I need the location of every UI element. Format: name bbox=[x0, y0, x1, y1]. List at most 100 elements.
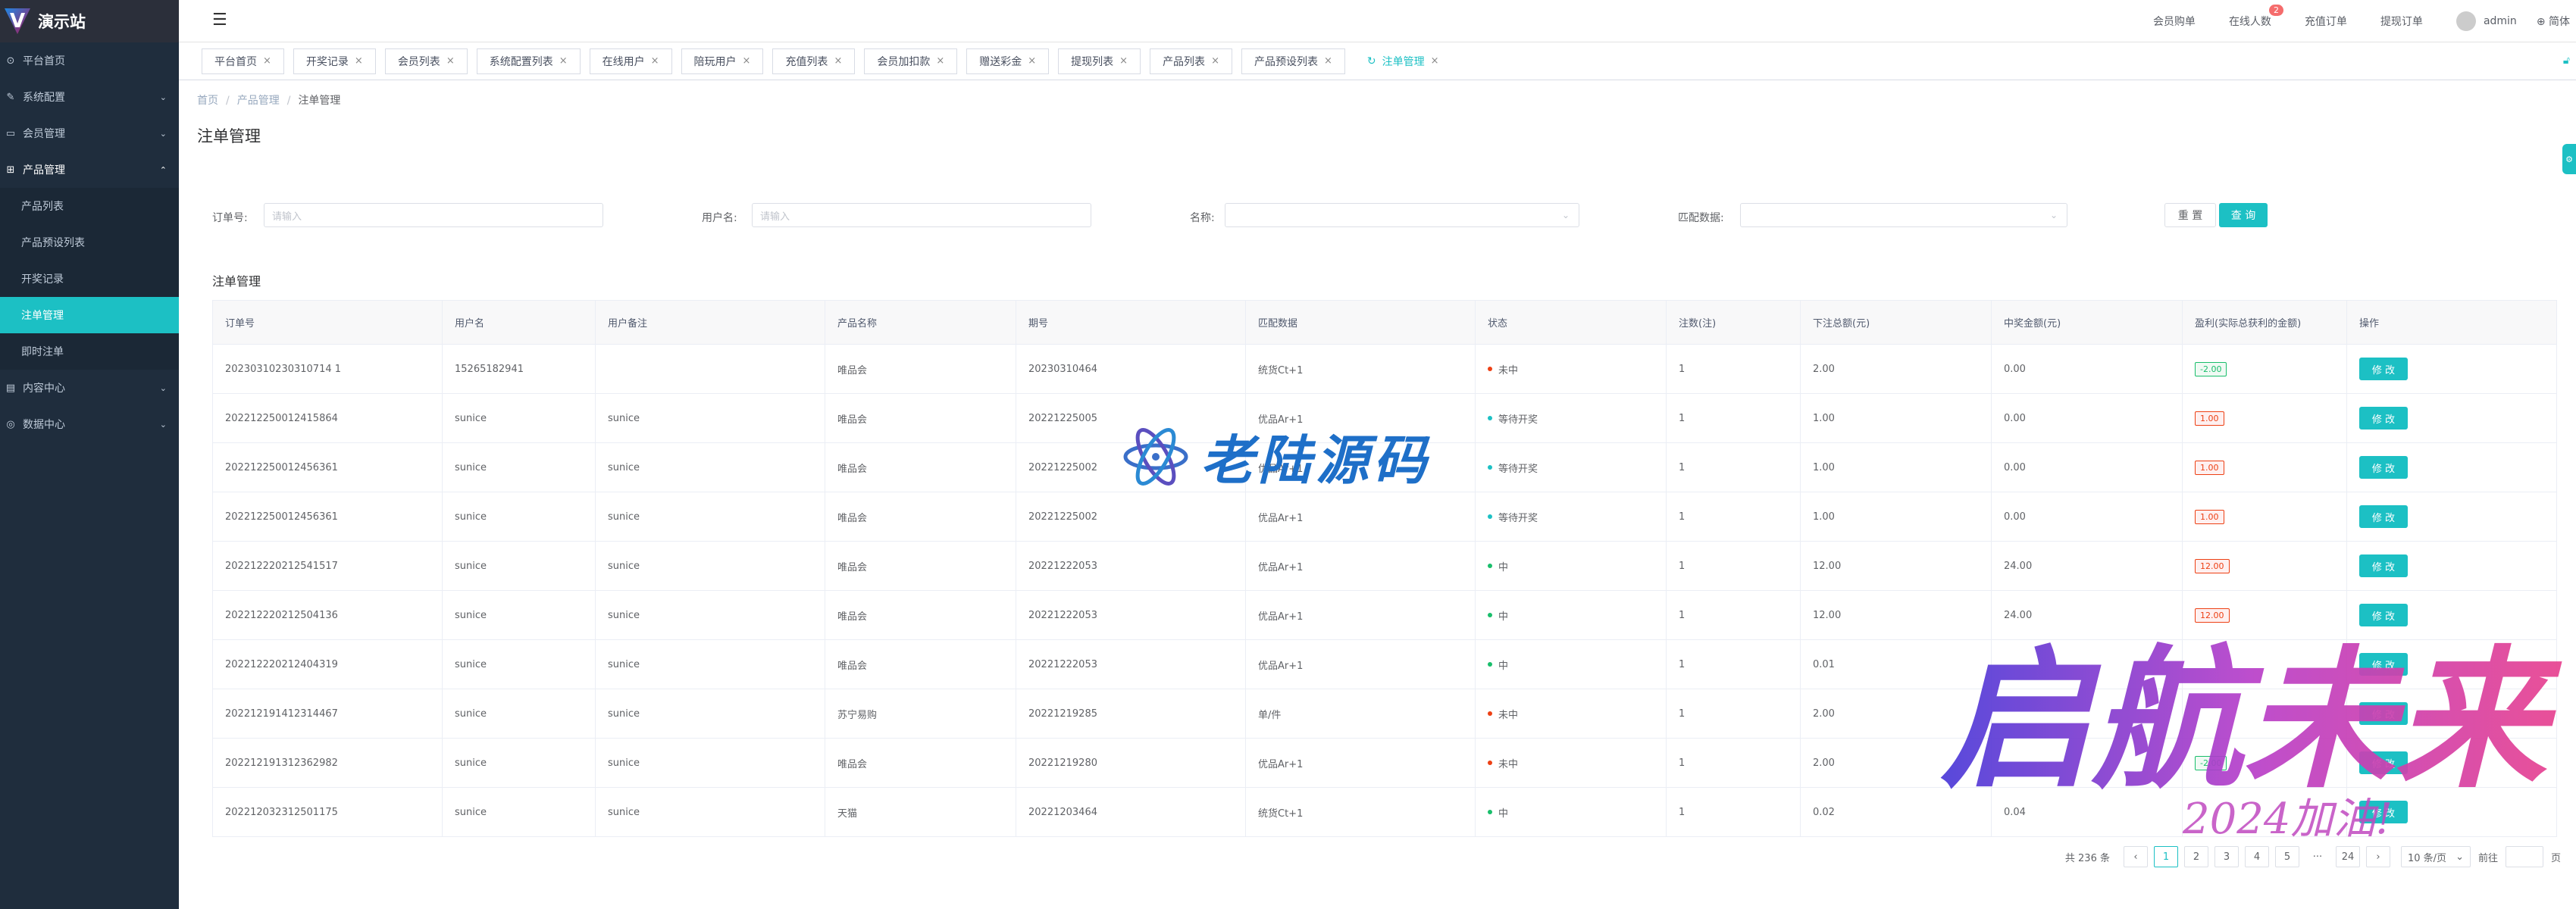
sidebar-menu: ⊙ 平台首页 ✎ 系统配置 ⌄ ▭ 会员管理 ⌄ ⊞ 产品管理 ⌃ 产品列表 产… bbox=[0, 42, 179, 442]
online-users-link[interactable]: 在线人数 2 bbox=[2229, 5, 2283, 29]
status-badge: 中 bbox=[1488, 608, 1508, 623]
profit-tag: 1.00 bbox=[2195, 411, 2224, 426]
status-text: 未中 bbox=[1498, 709, 1519, 721]
tab-draw-records[interactable]: 开奖记录 × bbox=[293, 48, 376, 74]
sidebar-subitem-bet-management[interactable]: 注单管理 bbox=[0, 297, 179, 333]
close-icon[interactable]: × bbox=[1211, 55, 1219, 67]
col-profit: 盈利(实际总获利的金额) bbox=[2182, 300, 2347, 345]
sidebar-item-data[interactable]: ◎ 数据中心 ⌄ bbox=[0, 406, 179, 442]
order-no-input[interactable]: 请输入 bbox=[264, 203, 603, 227]
cell-match: 优品Ar+1 bbox=[1245, 590, 1476, 640]
cell-period: 20221225002 bbox=[1016, 492, 1246, 542]
withdraw-orders-link[interactable]: 提现订单 bbox=[2380, 14, 2423, 29]
edit-button[interactable]: 修 改 bbox=[2359, 358, 2408, 380]
status-dot-icon bbox=[1488, 662, 1492, 667]
cell-match: 单/件 bbox=[1245, 689, 1476, 739]
tab-recharge-list[interactable]: 充值列表 × bbox=[772, 48, 856, 74]
close-icon[interactable]: × bbox=[834, 55, 842, 67]
sidebar-item-home[interactable]: ⊙ 平台首页 bbox=[0, 42, 179, 79]
tab-home[interactable]: 平台首页 × bbox=[202, 48, 284, 74]
cell-status: 未中 bbox=[1475, 344, 1667, 394]
language-switch[interactable]: ⊕ 简体 bbox=[2537, 14, 2570, 29]
cell-user: sunice bbox=[442, 492, 596, 542]
top-header: ☰ 会员购单 在线人数 2 充值订单 提现订单 admin ⊕ 简体 bbox=[179, 0, 2576, 42]
cell-count: 1 bbox=[1666, 344, 1801, 394]
col-win-amount: 中奖金额(元) bbox=[1991, 300, 2183, 345]
cell-win: 0.00 bbox=[1991, 344, 2183, 394]
username-label[interactable]: admin bbox=[2484, 15, 2517, 27]
close-icon[interactable]: × bbox=[743, 55, 751, 67]
close-icon[interactable]: × bbox=[559, 55, 568, 67]
profit-tag: 1.00 bbox=[2195, 460, 2224, 475]
sidebar-item-label: 内容中心 bbox=[23, 383, 65, 395]
close-icon[interactable]: × bbox=[263, 55, 271, 67]
tab-bet-management[interactable]: ↻ 注单管理 × bbox=[1354, 48, 1452, 74]
breadcrumb-home[interactable]: 首页 bbox=[197, 95, 218, 107]
tab-label: 提现列表 bbox=[1071, 55, 1114, 68]
sidebar-item-members[interactable]: ▭ 会员管理 ⌄ bbox=[0, 115, 179, 152]
tab-bonus[interactable]: 赠送彩金 × bbox=[966, 48, 1050, 74]
atom-logo-icon bbox=[1123, 427, 1188, 486]
cell-actions: 修 改 bbox=[2346, 442, 2557, 492]
sidebar-item-content[interactable]: ▤ 内容中心 ⌄ bbox=[0, 370, 179, 406]
hamburger-icon[interactable]: ☰ bbox=[212, 11, 227, 30]
cell-match: 统货Ct+1 bbox=[1245, 787, 1476, 837]
tab-member-adjust[interactable]: 会员加扣款 × bbox=[864, 48, 958, 74]
close-icon[interactable]: × bbox=[446, 55, 455, 67]
username-input[interactable]: 请输入 bbox=[752, 203, 1091, 227]
sidebar-item-label: 会员管理 bbox=[23, 128, 65, 140]
edit-button[interactable]: 修 改 bbox=[2359, 407, 2408, 430]
logo[interactable]: V 演示站 bbox=[0, 0, 179, 42]
sidebar-subitem-draw-records[interactable]: 开奖记录 bbox=[0, 261, 179, 297]
sidebar-subitem-product-list[interactable]: 产品列表 bbox=[0, 188, 179, 224]
lock-icon[interactable]: 🔓︎ bbox=[2563, 55, 2570, 67]
cell-note bbox=[595, 344, 825, 394]
tab-online-users[interactable]: 在线用户 × bbox=[589, 48, 672, 74]
cell-count: 1 bbox=[1666, 590, 1801, 640]
sidebar-item-products[interactable]: ⊞ 产品管理 ⌃ bbox=[0, 152, 179, 188]
tab-label: 系统配置列表 bbox=[489, 55, 553, 68]
cell-match: 优品Ar+1 bbox=[1245, 492, 1476, 542]
recharge-orders-link[interactable]: 充值订单 bbox=[2305, 14, 2347, 29]
settings-drawer-handle[interactable]: ⚙ bbox=[2562, 144, 2576, 174]
close-icon[interactable]: × bbox=[1431, 55, 1439, 67]
status-badge: 等待开奖 bbox=[1488, 510, 1538, 524]
status-badge: 等待开奖 bbox=[1488, 461, 1538, 475]
chat-icon: ▭ bbox=[5, 127, 16, 139]
tab-companion-users[interactable]: 陪玩用户 × bbox=[681, 48, 764, 74]
edit-button[interactable]: 修 改 bbox=[2359, 456, 2408, 479]
close-icon[interactable]: × bbox=[1119, 55, 1128, 67]
edit-button[interactable]: 修 改 bbox=[2359, 505, 2408, 528]
sidebar-subitem-instant-bets[interactable]: 即时注单 bbox=[0, 333, 179, 370]
name-select[interactable]: ⌄ bbox=[1225, 203, 1579, 227]
cell-period: 20221203464 bbox=[1016, 787, 1246, 837]
member-orders-link[interactable]: 会员购单 bbox=[2153, 14, 2196, 29]
sidebar-item-label: 产品管理 bbox=[23, 164, 65, 176]
reset-button[interactable]: 重 置 bbox=[2164, 203, 2216, 227]
close-icon[interactable]: × bbox=[1028, 55, 1036, 67]
sidebar-item-system[interactable]: ✎ 系统配置 ⌄ bbox=[0, 79, 179, 115]
tab-product-list[interactable]: 产品列表 × bbox=[1150, 48, 1232, 74]
circle-icon: ◎ bbox=[6, 418, 15, 430]
cell-actions: 修 改 bbox=[2346, 393, 2557, 443]
status-text: 中 bbox=[1498, 660, 1509, 672]
cell-note: sunice bbox=[595, 738, 825, 788]
cell-bet: 1.00 bbox=[1800, 492, 1992, 542]
close-icon[interactable]: × bbox=[355, 55, 363, 67]
page-title: 注单管理 bbox=[197, 127, 261, 145]
close-icon[interactable]: × bbox=[1324, 55, 1332, 67]
close-icon[interactable]: × bbox=[651, 55, 659, 67]
tab-withdraw-list[interactable]: 提现列表 × bbox=[1058, 48, 1141, 74]
status-text: 等待开奖 bbox=[1498, 512, 1538, 524]
breadcrumb-products[interactable]: 产品管理 bbox=[237, 95, 280, 107]
sidebar-subitem-product-preset[interactable]: 产品预设列表 bbox=[0, 224, 179, 261]
search-button[interactable]: 查 询 bbox=[2219, 203, 2268, 227]
match-select[interactable]: ⌄ bbox=[1740, 203, 2067, 227]
tab-product-preset[interactable]: 产品预设列表 × bbox=[1241, 48, 1345, 74]
close-icon[interactable]: × bbox=[936, 55, 944, 67]
avatar[interactable] bbox=[2455, 11, 2476, 31]
tab-system-config[interactable]: 系统配置列表 × bbox=[476, 48, 581, 74]
tab-member-list[interactable]: 会员列表 × bbox=[384, 48, 468, 74]
cell-status: 中 bbox=[1475, 541, 1667, 591]
refresh-icon[interactable]: ↻ bbox=[1367, 55, 1376, 67]
